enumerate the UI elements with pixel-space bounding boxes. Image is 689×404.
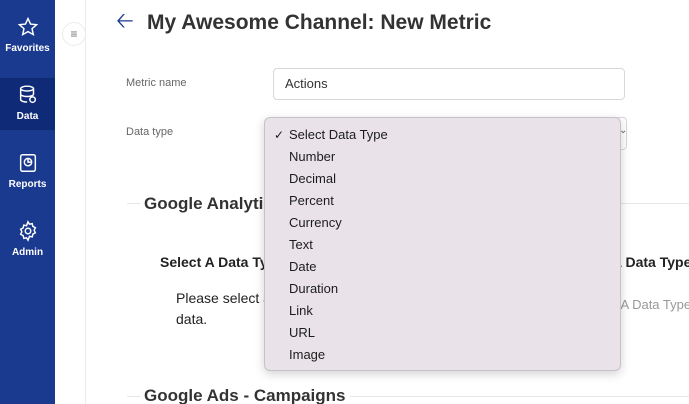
dropdown-option-duration[interactable]: Duration [265, 278, 620, 300]
checkmark-icon: ✓ [274, 128, 285, 142]
section-title-google-ads: Google Ads - Campaigns [140, 386, 350, 404]
dropdown-option-label: Select Data Type [289, 127, 388, 142]
dropdown-option-percent[interactable]: Percent [265, 190, 620, 212]
dropdown-option-url[interactable]: URL [265, 322, 620, 344]
dropdown-option-date[interactable]: Date [265, 256, 620, 278]
dropdown-option-link[interactable]: Link [265, 300, 620, 322]
instruction-text: Please select a data type data. [176, 288, 332, 330]
data-type-placeholder[interactable]: t A Data Type [614, 297, 689, 312]
dropdown-option-image[interactable]: Image [265, 344, 620, 366]
dropdown-option-text[interactable]: Text [265, 234, 620, 256]
dropdown-option-currency[interactable]: Currency [265, 212, 620, 234]
instruction-line-2: data. [176, 311, 208, 327]
dropdown-option-decimal[interactable]: Decimal [265, 168, 620, 190]
dropdown-option-number[interactable]: Number [265, 146, 620, 168]
dropdown-option-select-data-type[interactable]: ✓ Select Data Type [265, 124, 620, 146]
select-data-type-heading-right: A Data Type [612, 254, 689, 270]
data-type-dropdown: ✓ Select Data Type Number Decimal Percen… [264, 117, 621, 371]
